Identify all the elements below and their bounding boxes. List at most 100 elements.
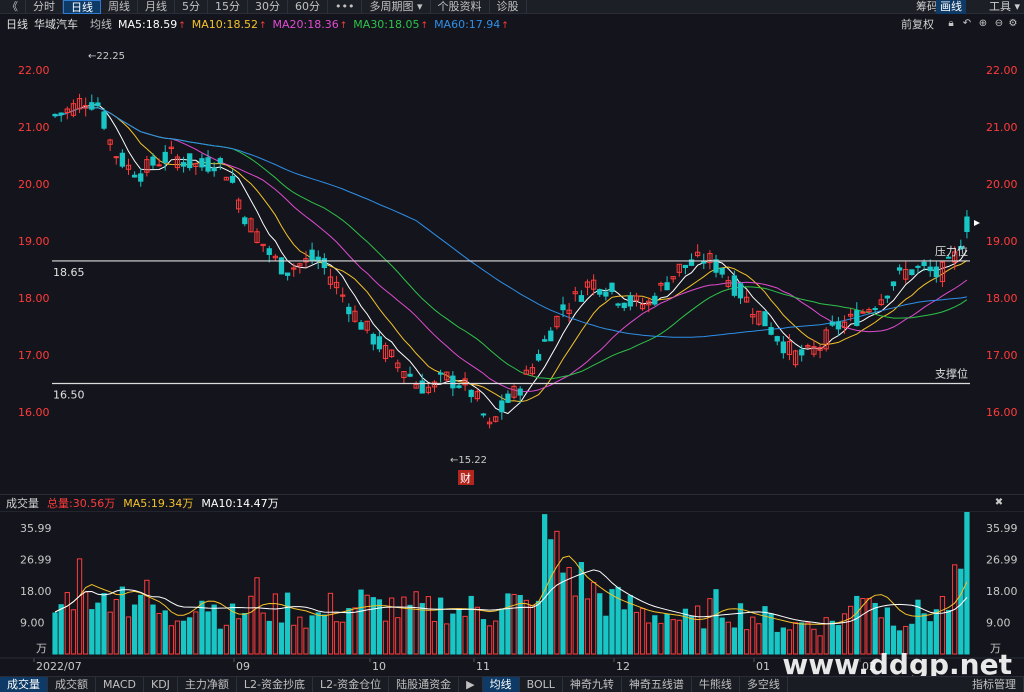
overlay-tab-5[interactable]: 多空线 — [740, 677, 788, 692]
volume-bar — [52, 612, 58, 655]
volume-bar — [695, 605, 701, 655]
stock-name: 华域汽车 — [34, 18, 78, 31]
tab-8[interactable]: ••• — [328, 0, 363, 14]
tab-7[interactable]: 60分 — [288, 0, 328, 14]
lock-icon[interactable]: 🔒︎ — [946, 19, 956, 29]
undo-icon[interactable]: ↶ — [962, 19, 972, 29]
back-button[interactable]: 《 — [0, 0, 26, 14]
tab-11[interactable]: 诊股 — [490, 0, 527, 14]
ma10-line — [55, 107, 968, 403]
high-annotation: ←22.25 — [88, 51, 125, 62]
volume-bar — [327, 592, 334, 655]
draw-button[interactable]: 画线 — [936, 0, 966, 14]
tab-5[interactable]: 15分 — [208, 0, 248, 14]
settings-icon[interactable]: ⚙ — [1008, 19, 1018, 29]
volume-bar — [560, 572, 566, 655]
tab-1[interactable]: 日线 — [63, 0, 101, 14]
candle — [101, 111, 107, 129]
vol-tick-left: 26.99 — [20, 554, 52, 567]
candle — [560, 304, 566, 311]
volume-bar — [174, 620, 181, 655]
watermark: www.ddgp.net — [782, 648, 1012, 676]
volume-bar — [450, 613, 456, 655]
indicator-tab-4[interactable]: 主力净额 — [178, 677, 237, 692]
candle — [964, 216, 970, 232]
y-tick-right: 20.00 — [986, 178, 1018, 191]
overlay-tab-4[interactable]: 牛熊线 — [692, 677, 740, 692]
volume-bar — [309, 615, 315, 655]
adjust-menu[interactable]: 前复权 — [901, 16, 934, 32]
zoom-in-icon[interactable]: ⊕ — [978, 19, 988, 29]
x-tick: 12 — [616, 660, 630, 673]
volume-bar — [535, 600, 542, 655]
volume-bar — [437, 597, 444, 655]
tab-6[interactable]: 30分 — [248, 0, 288, 14]
vol-tick-left: 35.99 — [20, 522, 52, 535]
volume-bar — [848, 605, 854, 655]
volume-bar — [431, 620, 438, 655]
candle — [780, 341, 786, 354]
candle — [927, 266, 933, 272]
close-icon[interactable]: ✖ — [994, 498, 1004, 508]
tab-0[interactable]: 分时 — [26, 0, 63, 14]
volume-bar — [542, 514, 548, 655]
candle — [578, 295, 585, 302]
volume-ma5-line — [54, 555, 968, 625]
next-arrow-icon[interactable]: ▶ — [459, 677, 483, 692]
volume-bar — [83, 591, 89, 655]
volume-ma10-line — [54, 569, 968, 625]
candle — [284, 272, 291, 276]
price-chart[interactable]: 22.00 22.00 21.00 21.00 20.00 20.00 19.00 19.00… — [0, 34, 1024, 494]
indicator-tab-1[interactable]: 成交额 — [48, 677, 96, 692]
volume-bar — [425, 596, 432, 655]
volume-bar — [548, 539, 554, 655]
resistance-label: 压力位 — [935, 244, 968, 258]
candle — [921, 261, 927, 266]
candle — [713, 259, 719, 273]
indicator-tab-7[interactable]: 陆股通资金 — [389, 677, 460, 692]
candle — [468, 389, 474, 398]
volume-bar — [413, 591, 419, 655]
indicator-tab-3[interactable]: KDJ — [144, 677, 178, 692]
indicator-tab-0[interactable]: 成交量 — [0, 677, 48, 692]
tab-9[interactable]: 多周期图 ▾ — [362, 0, 431, 14]
overlay-tab-1[interactable]: BOLL — [520, 677, 563, 692]
tools-menu[interactable]: 工具 ▾ — [989, 0, 1020, 14]
volume-bar — [554, 530, 560, 655]
volume-bar — [725, 621, 731, 655]
indicator-tab-6[interactable]: L2-资金仓位 — [313, 677, 390, 692]
y-tick-left: 22.00 — [18, 64, 50, 77]
volume-bar — [639, 608, 646, 655]
ma-label[interactable]: 均线 — [90, 16, 112, 32]
indicator-tab-5[interactable]: L2-资金抄底 — [237, 677, 314, 692]
tab-4[interactable]: 5分 — [175, 0, 208, 14]
volume-bar — [609, 589, 615, 655]
volume-bar — [144, 579, 150, 655]
candle — [603, 291, 609, 297]
volume-bar — [964, 512, 970, 655]
tab-3[interactable]: 月线 — [138, 0, 175, 14]
overlay-tab-3[interactable]: 神奇五线谱 — [622, 677, 692, 692]
candle — [205, 157, 211, 172]
indicator-manage-button[interactable]: 指标管理 — [965, 677, 1024, 692]
ma60-line — [55, 107, 967, 338]
candle — [548, 330, 554, 342]
volume-bar — [670, 619, 676, 655]
tab-10[interactable]: 个股资料 — [431, 0, 490, 14]
chips-button[interactable]: 筹码 — [916, 0, 938, 14]
zoom-out-icon[interactable]: ⊖ — [994, 19, 1004, 29]
candle — [664, 282, 670, 291]
y-tick-right: 16.00 — [986, 406, 1018, 419]
candle — [933, 266, 939, 278]
ma30-value: MA30:18.05↑ — [353, 17, 429, 31]
volume-bar — [572, 595, 578, 655]
tab-2[interactable]: 周线 — [101, 0, 138, 14]
indicator-tab-2[interactable]: MACD — [96, 677, 144, 692]
overlay-tab-0[interactable]: 均线 — [482, 677, 520, 692]
volume-bar — [95, 602, 101, 655]
y-tick-right: 18.00 — [986, 292, 1018, 305]
volume-chart[interactable]: 35.99 35.9926.99 26.9918.00 18.009.00 9.00万万… — [0, 512, 1024, 676]
volume-bar — [248, 595, 254, 655]
volume-bar — [138, 594, 144, 655]
overlay-tab-2[interactable]: 神奇九转 — [563, 677, 622, 692]
